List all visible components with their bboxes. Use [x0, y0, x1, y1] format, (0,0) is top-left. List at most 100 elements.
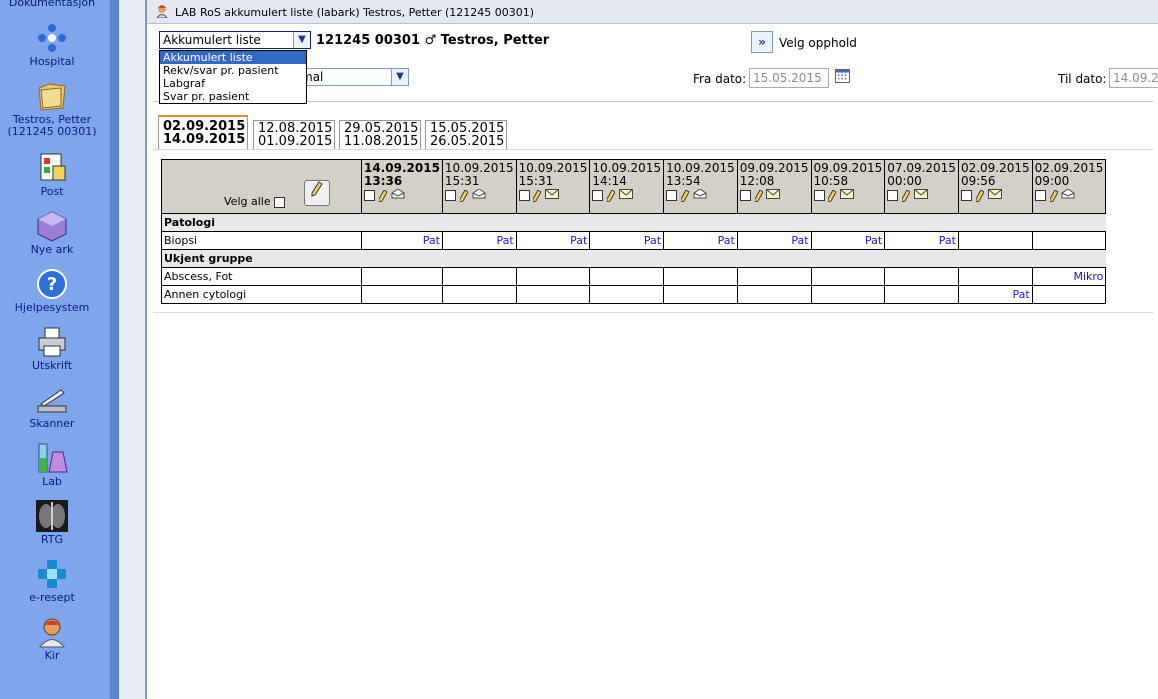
result-cell: [810, 285, 886, 304]
envelope-open-icon[interactable]: [693, 188, 707, 199]
dropdown-option[interactable]: Akkumulert liste: [160, 51, 306, 64]
envelope-closed-icon[interactable]: [766, 189, 781, 199]
result-cell[interactable]: Pat: [361, 231, 443, 250]
result-cell[interactable]: Pat: [663, 231, 738, 250]
sidebar-item-post[interactable]: Post: [0, 152, 104, 198]
group-label: Patologi: [161, 213, 362, 232]
group-cell: [884, 213, 959, 232]
sidebar-item-label: RTG: [40, 533, 64, 546]
column-tools: [1034, 188, 1104, 202]
column-checkbox[interactable]: [960, 190, 972, 201]
select-all-cell: Velg alle: [161, 159, 362, 214]
result-cell: [736, 285, 812, 304]
new-sheet-icon: [37, 211, 67, 242]
e-prescription-icon: [38, 560, 66, 588]
splitter[interactable]: [111, 0, 119, 699]
til-dato-input[interactable]: 14.09.2: [1109, 68, 1158, 88]
sidebar-item-rtg[interactable]: RTG: [0, 500, 104, 546]
pencil-icon[interactable]: [754, 189, 763, 202]
pencil-icon[interactable]: [975, 189, 984, 202]
envelope-closed-icon[interactable]: [987, 189, 1002, 199]
pencil-icon[interactable]: [607, 189, 616, 202]
column-checkbox[interactable]: [739, 190, 751, 201]
result-cell[interactable]: Pat: [441, 231, 517, 250]
date-range-tab[interactable]: 12.08.2015 01.09.2015: [253, 120, 335, 149]
date-range-tab[interactable]: 29.05.2015 11.08.2015: [339, 120, 421, 149]
result-cell[interactable]: Pat: [810, 231, 886, 250]
group-cell: [516, 213, 590, 232]
group-cell: [361, 213, 443, 232]
fra-dato-input[interactable]: 15.05.2015: [749, 68, 829, 88]
pencil-icon[interactable]: [533, 189, 542, 202]
scanner-icon: [37, 389, 67, 413]
column-checkbox[interactable]: [364, 190, 375, 201]
envelope-closed-icon[interactable]: [840, 189, 855, 199]
envelope-open-icon[interactable]: [472, 188, 486, 199]
sidebar-item-nye-ark[interactable]: Nye ark: [0, 210, 104, 256]
pencil-icon[interactable]: [902, 189, 911, 202]
envelope-closed-icon[interactable]: [619, 189, 634, 199]
result-cell[interactable]: Mikro: [1031, 267, 1107, 286]
result-cell: [810, 267, 886, 286]
calendar-icon[interactable]: [835, 69, 850, 83]
pencil-icon[interactable]: [828, 189, 837, 202]
column-checkbox[interactable]: [592, 190, 604, 201]
result-cell[interactable]: Pat: [884, 231, 959, 250]
sidebar-item-lab[interactable]: Lab: [0, 442, 104, 488]
column-header: 10.09.2015 14:14: [589, 159, 665, 214]
date-range-tab[interactable]: 02.09.2015 14.09.2015: [158, 115, 248, 150]
column-checkbox[interactable]: [444, 190, 456, 201]
column-checkbox[interactable]: [518, 190, 530, 201]
result-cell: [441, 285, 517, 304]
envelope-open-icon[interactable]: [391, 188, 405, 199]
result-cell[interactable]: Pat: [589, 231, 665, 250]
envelope-closed-icon[interactable]: [913, 189, 928, 199]
column-tools: [739, 189, 809, 202]
type-select[interactable]: mal ▼: [297, 68, 409, 86]
column-tools: [592, 189, 661, 202]
dropdown-option[interactable]: Labgraf: [160, 77, 306, 90]
envelope-open-icon[interactable]: [1061, 188, 1075, 199]
column-tools: [887, 189, 956, 202]
edit-button[interactable]: [304, 180, 330, 206]
velg-opphold-button[interactable]: »: [751, 31, 773, 53]
column-checkbox[interactable]: [813, 190, 825, 201]
pencil-icon[interactable]: [680, 189, 689, 202]
column-checkbox[interactable]: [666, 190, 678, 201]
sidebar-item-kir[interactable]: Kir: [0, 616, 104, 662]
column-checkbox[interactable]: [887, 190, 899, 201]
group-cell: [737, 213, 812, 232]
chevron-down-icon[interactable]: ▼: [391, 69, 408, 85]
hospital-icon: [38, 24, 66, 52]
chevron-down-icon[interactable]: ▼: [293, 32, 310, 48]
date-range-tab[interactable]: 15.05.2015 26.05.2015: [425, 120, 507, 149]
envelope-closed-icon[interactable]: [545, 189, 560, 199]
result-cell: [515, 285, 591, 304]
dropdown-option[interactable]: Svar pr. pasient: [160, 90, 306, 103]
group-cell: [516, 249, 590, 268]
sidebar-item-label: e-resept: [29, 591, 75, 604]
sidebar-item-hospital[interactable]: Hospital: [0, 22, 104, 68]
select-all-checkbox[interactable]: [274, 196, 286, 208]
row-label: Annen cytologi: [161, 285, 362, 304]
sidebar-item-scanner[interactable]: Skanner: [0, 384, 104, 430]
result-cell[interactable]: Pat: [515, 231, 591, 250]
lab-icon: [38, 443, 68, 473]
result-cell[interactable]: Pat: [736, 231, 812, 250]
sidebar-item-help[interactable]: ? Hjelpesystem: [0, 268, 104, 314]
sidebar-item-e-resept[interactable]: e-resept: [0, 558, 104, 604]
pencil-icon[interactable]: [459, 189, 468, 202]
patient-name: Testros, Petter: [440, 33, 550, 48]
sidebar-item-print[interactable]: Utskrift: [0, 326, 104, 372]
pencil-icon: [311, 181, 323, 197]
dropdown-option[interactable]: Rekv/svar pr. pasient: [160, 64, 306, 77]
sidebar-item-patient[interactable]: Testros, Petter (121245 00301): [0, 80, 104, 138]
row-label: Abscess, Fot: [161, 267, 362, 286]
group-cell: [1032, 249, 1106, 268]
result-cell[interactable]: Pat: [957, 285, 1033, 304]
column-checkbox[interactable]: [1034, 190, 1046, 201]
pencil-icon[interactable]: [379, 189, 388, 202]
group-label: Ukjent gruppe: [161, 249, 362, 268]
view-select[interactable]: Akkumulert liste ▼: [159, 31, 311, 49]
pencil-icon[interactable]: [1049, 189, 1058, 202]
